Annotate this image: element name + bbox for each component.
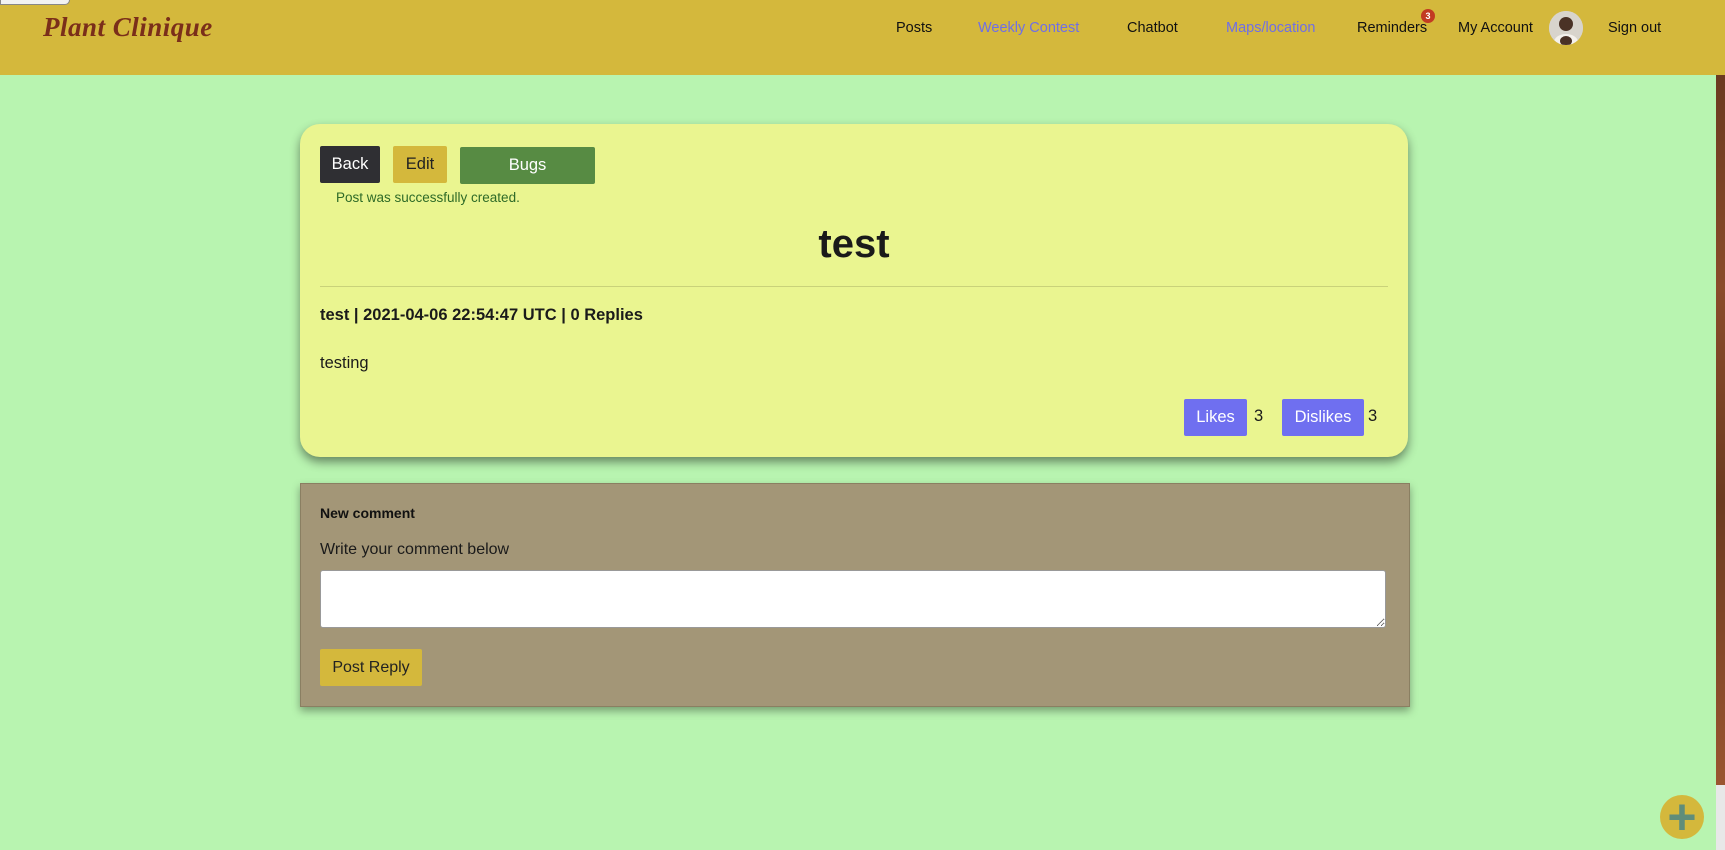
post-title: test <box>818 222 890 266</box>
nav-posts[interactable]: Posts <box>896 20 932 36</box>
dislikes-button[interactable]: Dislikes <box>1282 399 1364 436</box>
brand-logo[interactable]: Plant Clinique <box>43 12 213 43</box>
comment-textarea[interactable] <box>320 570 1386 628</box>
success-notice: Post was successfully created. <box>336 190 520 205</box>
nav-maps-location[interactable]: Maps/location <box>1226 20 1315 36</box>
new-comment-form: New comment Write your comment below Pos… <box>300 483 1410 707</box>
dislikes-count: 3 <box>1368 407 1378 425</box>
post-body: testing <box>320 354 369 372</box>
reminders-badge: 3 <box>1421 9 1435 23</box>
title-divider <box>320 286 1388 287</box>
plus-icon: + <box>1667 789 1697 845</box>
nav-weekly-contest[interactable]: Weekly Contest <box>978 20 1079 36</box>
nav-sign-out[interactable]: Sign out <box>1608 20 1661 36</box>
post-card: Back Edit Bugs Post was successfully cre… <box>300 124 1408 457</box>
corner-tab[interactable] <box>0 0 70 5</box>
add-floating-button[interactable]: + <box>1660 789 1704 845</box>
bugs-button[interactable]: Bugs <box>460 147 595 184</box>
back-button[interactable]: Back <box>320 146 380 183</box>
user-avatar[interactable] <box>1549 11 1583 45</box>
comment-label: Write your comment below <box>320 541 510 558</box>
nav-my-account[interactable]: My Account <box>1458 20 1533 36</box>
page-edge-strip <box>1716 75 1725 785</box>
likes-count: 3 <box>1254 407 1264 425</box>
nav-chatbot[interactable]: Chatbot <box>1127 20 1178 36</box>
nav-reminders[interactable]: Reminders <box>1357 20 1427 36</box>
likes-button[interactable]: Likes <box>1184 399 1247 436</box>
post-meta: test | 2021-04-06 22:54:47 UTC | 0 Repli… <box>320 306 643 324</box>
page-edge-strip-lower <box>1716 785 1725 850</box>
avatar-icon <box>1549 11 1583 45</box>
post-reply-button[interactable]: Post Reply <box>320 649 422 686</box>
comment-heading: New comment <box>320 505 415 521</box>
top-navbar: Plant Clinique Posts Weekly Contest Chat… <box>0 0 1725 75</box>
edit-button[interactable]: Edit <box>393 146 447 183</box>
